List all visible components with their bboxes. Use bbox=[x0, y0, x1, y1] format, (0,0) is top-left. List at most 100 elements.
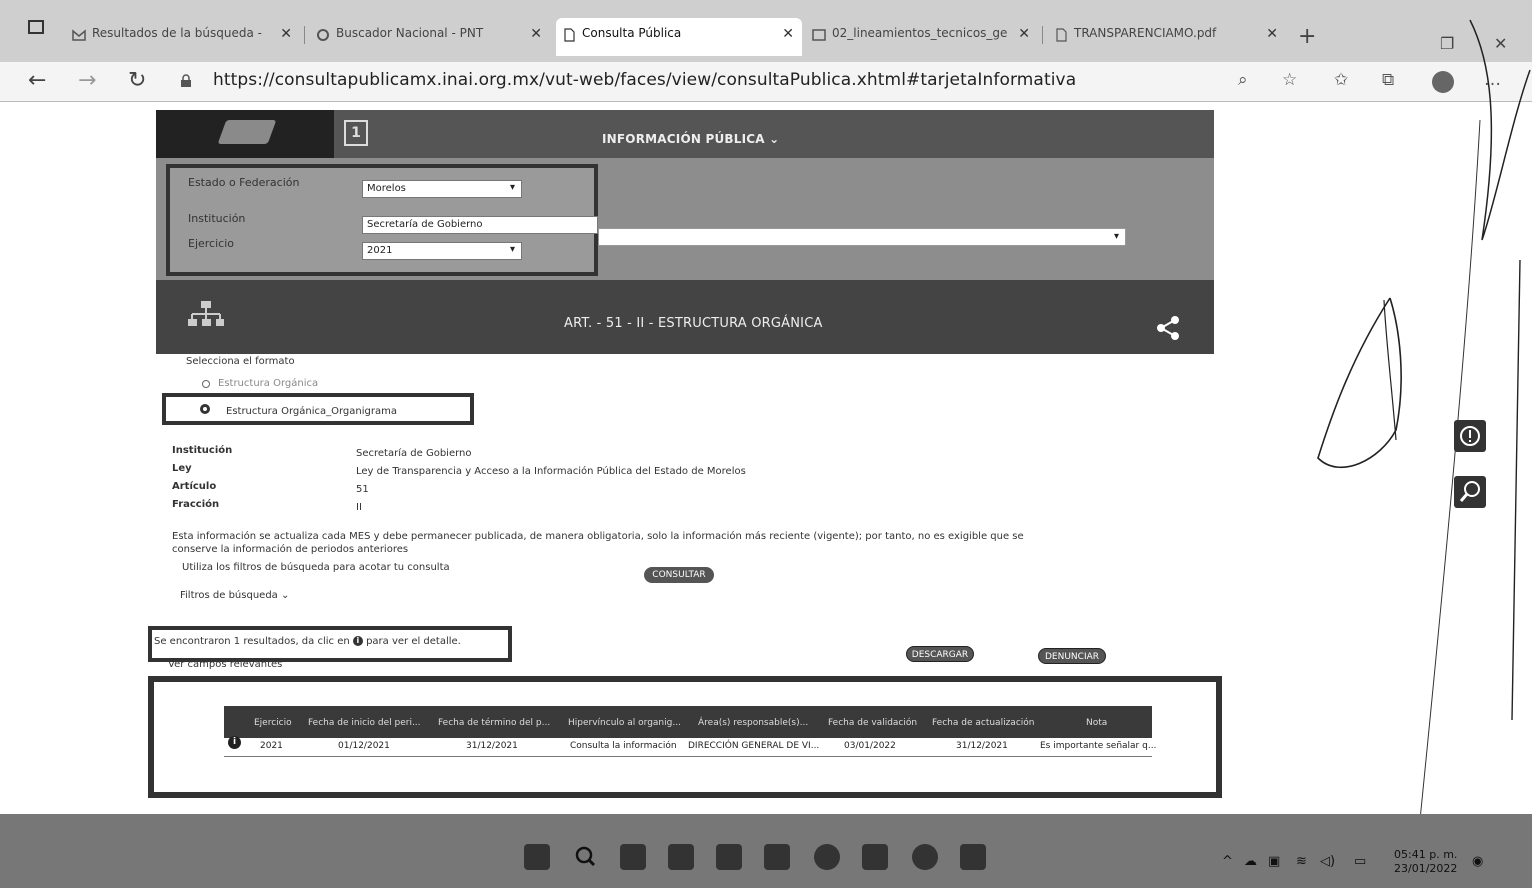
close-tab-icon[interactable]: ✕ bbox=[1266, 26, 1278, 42]
th-fecha-validacion[interactable]: Fecha de validación bbox=[828, 718, 917, 728]
more-menu-icon[interactable]: … bbox=[1484, 70, 1501, 90]
notifications-icon[interactable]: ◉ bbox=[1472, 854, 1483, 869]
th-fecha-actualizacion[interactable]: Fecha de actualización bbox=[932, 718, 1034, 728]
login-icon[interactable]: 1 bbox=[344, 120, 368, 146]
task-view-icon[interactable] bbox=[620, 844, 646, 870]
magnifier-icon bbox=[1459, 481, 1480, 502]
th-hipervinculo[interactable]: Hipervínculo al organig... bbox=[568, 718, 681, 728]
close-tab-icon[interactable]: ✕ bbox=[280, 26, 292, 42]
collections-icon[interactable]: ⧉ bbox=[1382, 70, 1394, 90]
info-value-articulo: 51 bbox=[356, 484, 369, 495]
radio-estructura-organica-label[interactable]: Estructura Orgánica bbox=[218, 378, 318, 389]
tab-transparencia-pdf[interactable]: TRANSPARENCIAMO.pdf ✕ bbox=[1048, 18, 1286, 56]
show-hidden-icons-icon[interactable]: ^ bbox=[1222, 854, 1233, 869]
row-divider bbox=[224, 756, 1152, 757]
tab-buscador[interactable]: Buscador Nacional - PNT ✕ bbox=[310, 18, 550, 56]
row-detail-info-icon[interactable]: i bbox=[228, 736, 241, 749]
search-icon[interactable] bbox=[572, 844, 598, 870]
pnt-icon bbox=[317, 29, 329, 41]
th-area-responsable[interactable]: Área(s) responsable(s)... bbox=[698, 718, 808, 728]
info-circle-icon bbox=[1460, 426, 1480, 446]
info-value-ley: Ley de Transparencia y Acceso a la Infor… bbox=[356, 466, 746, 477]
cell-hipervinculo[interactable]: Consulta la información bbox=[570, 741, 677, 751]
back-icon[interactable]: ← bbox=[28, 68, 46, 93]
th-fecha-inicio[interactable]: Fecha de inicio del peri... bbox=[308, 718, 421, 728]
table-header: Ejercicio Fecha de inicio del peri... Fe… bbox=[224, 706, 1152, 738]
close-tab-icon[interactable]: ✕ bbox=[530, 26, 542, 42]
close-tab-icon[interactable]: ✕ bbox=[782, 26, 794, 42]
add-favorite-icon[interactable]: ☆ bbox=[1282, 70, 1297, 90]
share-icon[interactable] bbox=[1154, 314, 1182, 342]
tab-consulta-publica[interactable]: Consulta Pública ✕ bbox=[556, 18, 802, 56]
volume-icon[interactable]: ◁) bbox=[1320, 854, 1335, 869]
th-nota[interactable]: Nota bbox=[1086, 718, 1107, 728]
tab-gmail[interactable]: Resultados de la búsqueda - ✕ bbox=[66, 18, 300, 56]
system-clock[interactable]: 05:41 p. m. 23/01/2022 bbox=[1394, 848, 1457, 876]
page-icon bbox=[1056, 28, 1067, 42]
close-tab-icon[interactable]: ✕ bbox=[1018, 26, 1030, 42]
tab-label: Resultados de la búsqueda - bbox=[92, 26, 262, 40]
th-ejercicio[interactable]: Ejercicio bbox=[254, 718, 292, 728]
edge-icon[interactable] bbox=[814, 844, 840, 870]
lock-icon bbox=[181, 74, 191, 87]
profile-avatar[interactable] bbox=[1432, 71, 1454, 93]
filter-hint: Utiliza los filtros de búsqueda para aco… bbox=[182, 562, 450, 573]
results-count: Se encontraron 1 resultados, da clic en … bbox=[154, 636, 461, 647]
onedrive-icon[interactable]: ☁ bbox=[1244, 854, 1257, 869]
windows-taskbar: ^ ☁ ▣ ≋ ◁) ▭ 05:41 p. m. 23/01/2022 ◉ bbox=[0, 814, 1532, 888]
new-tab-icon[interactable]: + bbox=[1298, 24, 1316, 49]
radio-estructura-organica[interactable] bbox=[202, 380, 210, 388]
teams-icon[interactable] bbox=[716, 844, 742, 870]
zoom-icon[interactable]: ⌕ bbox=[1238, 70, 1248, 90]
obligacion-select[interactable]: ▾ bbox=[598, 228, 1126, 246]
side-info-button[interactable] bbox=[1454, 420, 1486, 452]
start-icon[interactable] bbox=[524, 844, 550, 870]
logo[interactable] bbox=[156, 110, 334, 158]
chrome-icon[interactable] bbox=[912, 844, 938, 870]
network-icon[interactable]: ▣ bbox=[1268, 854, 1280, 869]
excel-icon[interactable] bbox=[862, 844, 888, 870]
info-value-institucion: Secretaría de Gobierno bbox=[356, 448, 472, 459]
cell-fecha-inicio: 01/12/2021 bbox=[338, 741, 390, 751]
radio-organigrama[interactable] bbox=[200, 404, 210, 414]
close-window-icon[interactable]: ✕ bbox=[1494, 34, 1507, 53]
battery-icon[interactable]: ▭ bbox=[1354, 854, 1366, 869]
ejercicio-select[interactable]: 2021 ▾ bbox=[362, 242, 522, 260]
pdf-icon bbox=[812, 29, 826, 41]
cell-fecha-termino: 31/12/2021 bbox=[466, 741, 518, 751]
favorites-icon[interactable]: ✩ bbox=[1334, 70, 1348, 90]
tab-lineamientos[interactable]: 02_lineamientos_tecnicos_ge ✕ bbox=[806, 18, 1038, 56]
tab-label: 02_lineamientos_tecnicos_ge bbox=[832, 26, 1008, 40]
cell-ejercicio: 2021 bbox=[260, 741, 283, 751]
org-chart-icon bbox=[188, 301, 224, 326]
institucion-select[interactable]: Secretaría de Gobierno bbox=[362, 216, 598, 234]
reload-icon[interactable]: ↻ bbox=[128, 68, 146, 93]
side-search-button[interactable] bbox=[1454, 476, 1486, 508]
cell-area-responsable: DIRECCIÓN GENERAL DE VI... bbox=[688, 741, 820, 751]
site-header: 1 INFORMACIÓN PÚBLICA ⌄ bbox=[156, 110, 1214, 158]
restore-window-icon[interactable]: ❐ bbox=[1440, 34, 1454, 53]
radio-organigrama-label[interactable]: Estructura Orgánica_Organigrama bbox=[226, 406, 397, 417]
url-field[interactable]: https://consultapublicamx.inai.org.mx/vu… bbox=[213, 70, 1076, 90]
chevron-down-icon: ▾ bbox=[1113, 231, 1119, 242]
nav-informacion-publica[interactable]: INFORMACIÓN PÚBLICA ⌄ bbox=[602, 132, 779, 146]
widgets-icon[interactable] bbox=[668, 844, 694, 870]
ejercicio-label: Ejercicio bbox=[188, 237, 234, 250]
tab-actions-icon[interactable] bbox=[28, 20, 44, 34]
chevron-down-icon: ▾ bbox=[509, 182, 515, 193]
forward-icon[interactable]: → bbox=[78, 68, 96, 93]
th-fecha-termino[interactable]: Fecha de término del p... bbox=[438, 718, 550, 728]
info-key-ley: Ley bbox=[172, 463, 192, 474]
word-icon[interactable] bbox=[960, 844, 986, 870]
relevant-fields-link[interactable]: Ver campos relevantes bbox=[168, 659, 282, 670]
estado-select[interactable]: Morelos ▾ bbox=[362, 180, 522, 198]
file-explorer-icon[interactable] bbox=[764, 844, 790, 870]
descargar-button[interactable]: DESCARGAR bbox=[906, 646, 974, 662]
cell-fecha-actualizacion: 31/12/2021 bbox=[956, 741, 1008, 751]
consultar-button[interactable]: CONSULTAR bbox=[644, 567, 714, 583]
format-prompt: Selecciona el formato bbox=[186, 356, 295, 367]
denunciar-button[interactable]: DENUNCIAR bbox=[1038, 648, 1106, 664]
update-notice: Esta información se actualiza cada MES y… bbox=[172, 531, 1024, 555]
search-filters-toggle[interactable]: Filtros de búsqueda ⌄ bbox=[180, 590, 289, 601]
wifi-icon[interactable]: ≋ bbox=[1296, 854, 1307, 869]
